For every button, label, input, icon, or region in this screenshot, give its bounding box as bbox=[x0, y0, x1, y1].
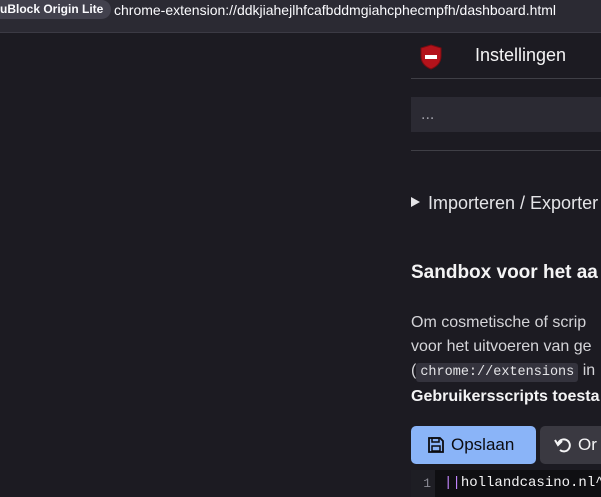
sandbox-line-1: Om cosmetische of scrip bbox=[411, 314, 587, 331]
sandbox-line-2: voor het uitvoeren van ge bbox=[411, 338, 592, 355]
import-export-label: Importeren / Exporter bbox=[428, 193, 599, 213]
sandbox-heading: Sandbox voor het aa bbox=[411, 262, 598, 283]
ublock-shield-icon bbox=[420, 44, 442, 70]
line-number: 1 bbox=[411, 470, 435, 497]
extension-identity-chip[interactable]: uBlock Origin Lite bbox=[0, 0, 112, 19]
search-input[interactable]: ... bbox=[411, 97, 601, 132]
sandbox-description: Om cosmetische of scrip voor het uitvoer… bbox=[411, 311, 601, 409]
undo-button-label: Or bbox=[578, 435, 597, 454]
disclosure-triangle-icon bbox=[411, 197, 420, 207]
undo-button[interactable]: Or bbox=[540, 426, 601, 464]
sandbox-line-4: Gebruikersscripts toesta bbox=[411, 388, 600, 405]
section-divider bbox=[411, 150, 601, 151]
line-3-suffix: in bbox=[578, 362, 596, 379]
save-button-label: Opslaan bbox=[451, 435, 515, 454]
dashboard-content: Instellingen ... Importeren / Exporter S… bbox=[0, 33, 601, 497]
sandbox-line-3: (chrome://extensions in bbox=[411, 359, 601, 385]
rules-editor[interactable]: 1 ||hollandcasino.nl^ bbox=[411, 470, 601, 497]
url-field[interactable]: chrome-extension://ddkjiahejlhfcafbddmgi… bbox=[114, 0, 556, 20]
undo-icon bbox=[554, 438, 571, 453]
page-title: Instellingen bbox=[475, 45, 567, 65]
save-button[interactable]: Opslaan bbox=[411, 426, 536, 464]
browser-address-bar: uBlock Origin Lite chrome-extension://dd… bbox=[0, 0, 601, 33]
editor-line-1[interactable]: ||hollandcasino.nl^ bbox=[444, 470, 601, 497]
import-export-toggle[interactable]: Importeren / Exporter bbox=[411, 193, 598, 214]
filter-anchor: || bbox=[444, 475, 461, 491]
extensions-url-code: chrome://extensions bbox=[416, 363, 579, 382]
save-icon bbox=[428, 437, 444, 453]
filter-domain: hollandcasino.nl^ bbox=[460, 475, 601, 491]
header-divider bbox=[411, 78, 601, 79]
